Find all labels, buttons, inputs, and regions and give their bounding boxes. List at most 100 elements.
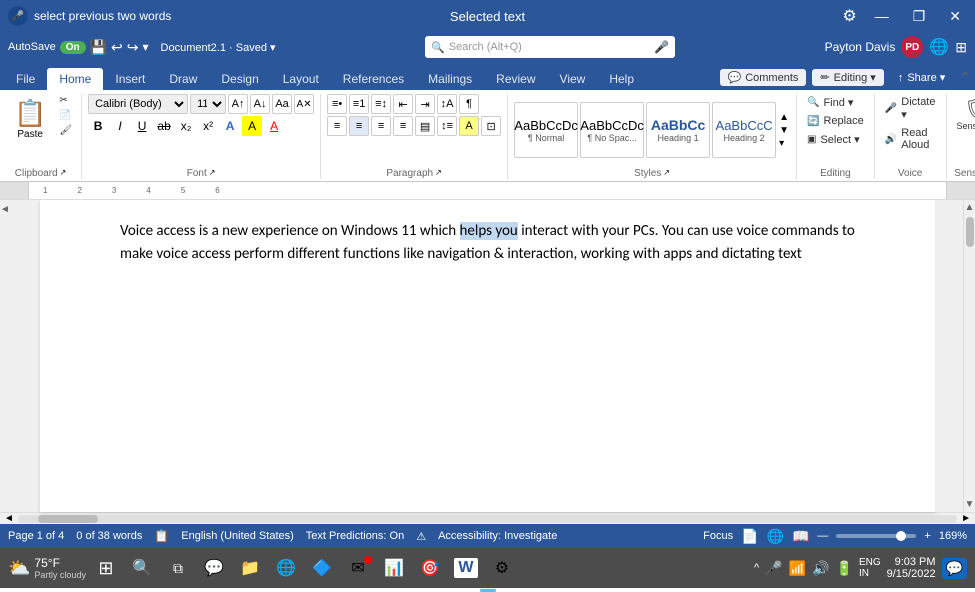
microphone-tray-icon[interactable]: 🎤: [765, 560, 782, 577]
styles-expand-icon[interactable]: ↗: [663, 168, 670, 177]
replace-button[interactable]: 🔄 Replace: [803, 113, 868, 129]
style-no-spacing[interactable]: AaBbCcDc ¶ No Spac...: [580, 102, 644, 158]
styles-scroll-up[interactable]: ▲: [778, 111, 790, 124]
scroll-left-icon[interactable]: ◄: [0, 204, 10, 215]
bullets-button[interactable]: ≡•: [327, 94, 347, 114]
language-indicator[interactable]: ENGIN: [859, 557, 881, 579]
read-aloud-button[interactable]: 🔊 Read Aloud: [881, 125, 940, 153]
tab-references[interactable]: References: [331, 68, 416, 90]
tab-draw[interactable]: Draw: [157, 68, 209, 90]
close-button[interactable]: ✕: [943, 8, 967, 25]
format-painter-button[interactable]: 🖌: [56, 124, 75, 137]
font-case-button[interactable]: Aa: [272, 94, 292, 114]
accessibility-status[interactable]: Accessibility: Investigate: [438, 530, 557, 542]
ribbon-expand-icon[interactable]: ⌃: [959, 69, 975, 86]
excel-button[interactable]: 📊: [378, 552, 410, 584]
font-name-select[interactable]: Calibri (Body): [88, 94, 188, 114]
style-heading-2[interactable]: AaBbCcC Heading 2: [712, 102, 776, 158]
zoom-out-button[interactable]: —: [817, 530, 828, 542]
powerpoint-button[interactable]: 🎯: [414, 552, 446, 584]
tray-arrow[interactable]: ^: [754, 562, 759, 574]
focus-button[interactable]: Focus: [703, 530, 733, 542]
superscript-button[interactable]: x²: [198, 116, 218, 136]
wifi-icon[interactable]: 📶: [789, 560, 806, 577]
web-layout-icon[interactable]: 🌐: [767, 528, 784, 545]
align-right-button[interactable]: ≡: [371, 116, 391, 136]
editing-button[interactable]: ✏ Editing ▾: [812, 69, 883, 86]
select-button[interactable]: ▣ Select ▾: [803, 131, 864, 148]
qa-save-icon[interactable]: 💾: [90, 39, 107, 56]
bold-button[interactable]: B: [88, 116, 108, 136]
sort-button[interactable]: ↕A: [437, 94, 457, 114]
explorer-button[interactable]: 📁: [234, 552, 266, 584]
align-left-button[interactable]: ≡: [327, 116, 347, 136]
borders-button[interactable]: ⊡: [481, 116, 501, 136]
clear-format-button[interactable]: A✕: [294, 94, 314, 114]
search-taskbar-button[interactable]: 🔍: [126, 552, 158, 584]
paste-button[interactable]: 📋 Paste: [6, 94, 54, 144]
dictate-button[interactable]: 🎤 Dictate ▾: [881, 94, 940, 123]
underline-button[interactable]: U: [132, 116, 152, 136]
autosave-toggle[interactable]: On: [60, 41, 86, 54]
hscroll-thumb[interactable]: [38, 515, 98, 523]
text-effect-button[interactable]: A: [220, 116, 240, 136]
qa-more-icon[interactable]: ▾: [143, 40, 149, 54]
volume-icon[interactable]: 🔊: [812, 560, 829, 577]
font-expand-icon[interactable]: ↗: [209, 168, 216, 177]
tab-layout[interactable]: Layout: [271, 68, 331, 90]
sensitivity-button[interactable]: 🛡 Sensitivity: [953, 94, 975, 133]
vertical-scrollbar[interactable]: ▲ ▼: [963, 200, 975, 512]
styles-expand[interactable]: ▾: [778, 137, 790, 150]
task-view-button[interactable]: ⧉: [162, 552, 194, 584]
qa-redo-icon[interactable]: ↪: [127, 39, 139, 56]
hscroll-right-button[interactable]: ►: [957, 513, 975, 524]
justify-button[interactable]: ≡: [393, 116, 413, 136]
line-spacing-button[interactable]: ↕≡: [437, 116, 457, 136]
language[interactable]: English (United States): [181, 530, 294, 542]
font-grow-button[interactable]: A↑: [228, 94, 248, 114]
tab-file[interactable]: File: [4, 68, 47, 90]
chat-button[interactable]: 💬: [198, 552, 230, 584]
copy-button[interactable]: 📄: [56, 109, 75, 122]
immersive-reader-icon[interactable]: 📖: [792, 528, 809, 545]
windows-start-button[interactable]: ⊞: [90, 552, 122, 584]
share-button[interactable]: ↑ Share ▾: [890, 69, 953, 86]
settings-icon[interactable]: ⚙: [842, 6, 856, 26]
multilevel-list-button[interactable]: ≡↕: [371, 94, 391, 114]
battery-icon[interactable]: 🔋: [836, 560, 853, 577]
column-button[interactable]: ▤: [415, 116, 435, 136]
view-switch-icon[interactable]: ⊞: [955, 39, 967, 56]
hscroll-left-button[interactable]: ◄: [0, 513, 18, 524]
restore-button[interactable]: ❐: [907, 8, 932, 25]
scroll-down-button[interactable]: ▼: [963, 497, 975, 512]
microphone-icon[interactable]: 🎤: [654, 40, 669, 54]
font-size-select[interactable]: 11: [190, 94, 226, 114]
ruler-main[interactable]: 1 2 3 4 5 6: [28, 182, 947, 199]
tab-review[interactable]: Review: [484, 68, 547, 90]
styles-scroll-down[interactable]: ▼: [778, 124, 790, 137]
scroll-up-button[interactable]: ▲: [963, 200, 975, 215]
text-highlight-button[interactable]: A: [242, 116, 262, 136]
style-heading-1[interactable]: AaBbCc Heading 1: [646, 102, 710, 158]
document-page[interactable]: Voice access is a new experience on Wind…: [40, 200, 935, 512]
time-area[interactable]: 9:03 PM 9/15/2022: [887, 556, 936, 580]
shading-button[interactable]: A: [459, 116, 479, 136]
show-marks-button[interactable]: ¶: [459, 94, 479, 114]
edge-button[interactable]: 🌐: [270, 552, 302, 584]
mail-button[interactable]: ✉: [342, 552, 374, 584]
horizontal-scrollbar[interactable]: [18, 515, 957, 523]
word-button[interactable]: W: [450, 552, 482, 584]
tab-mailings[interactable]: Mailings: [416, 68, 484, 90]
tab-help[interactable]: Help: [597, 68, 646, 90]
font-shrink-button[interactable]: A↓: [250, 94, 270, 114]
numbering-button[interactable]: ≡1: [349, 94, 369, 114]
subscript-button[interactable]: x₂: [176, 116, 196, 136]
print-layout-icon[interactable]: 📄: [741, 528, 758, 545]
font-color-button[interactable]: A: [264, 116, 284, 136]
store-button[interactable]: 🔷: [306, 552, 338, 584]
zoom-level[interactable]: 169%: [939, 530, 967, 542]
tab-view[interactable]: View: [548, 68, 598, 90]
search-bar[interactable]: 🔍 Search (Alt+Q) 🎤: [425, 36, 675, 58]
strikethrough-button[interactable]: ab: [154, 116, 174, 136]
user-avatar[interactable]: PD: [901, 36, 923, 58]
